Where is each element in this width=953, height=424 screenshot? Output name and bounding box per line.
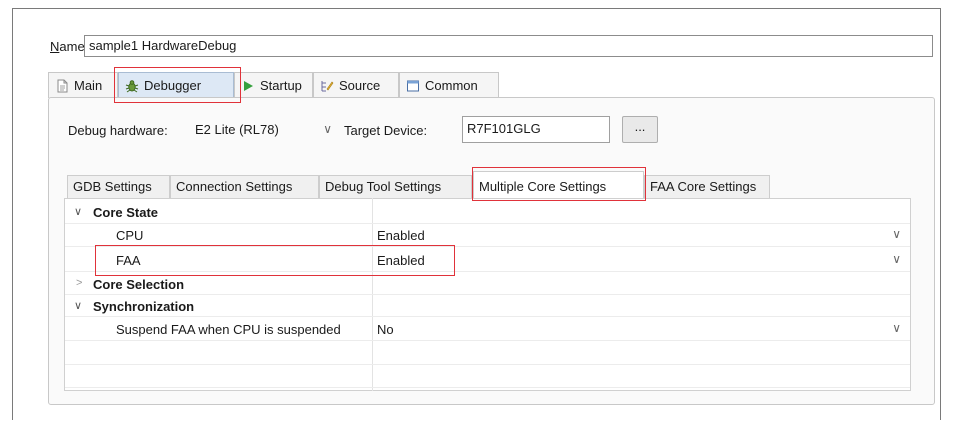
document-icon [57, 79, 68, 92]
tab-faa-core-settings[interactable]: FAA Core Settings [644, 175, 770, 198]
tab-startup[interactable]: Startup [234, 72, 313, 98]
group-label: Core Selection [93, 277, 185, 292]
chevron-down-icon[interactable]: ∨ [892, 321, 901, 335]
tab-common[interactable]: Common [399, 72, 499, 98]
chevron-down-icon[interactable]: ∨ [892, 227, 901, 241]
tab-debugger-label: Debugger [144, 78, 202, 93]
tab-debug-tool-settings[interactable]: Debug Tool Settings [319, 175, 472, 198]
name-input[interactable]: sample1 HardwareDebug [84, 35, 933, 57]
collapse-caret-icon[interactable]: > [76, 277, 82, 289]
expand-caret-icon[interactable]: ∨ [74, 205, 82, 218]
tab-common-label: Common [425, 78, 478, 93]
property-value[interactable]: Enabled [377, 228, 425, 244]
property-value[interactable]: Enabled [377, 253, 425, 269]
tab-connection-settings[interactable]: Connection Settings [170, 175, 319, 198]
browse-target-button[interactable]: ... [622, 116, 658, 143]
property-row-cpu[interactable]: CPU Enabled ∨ [65, 225, 910, 247]
tab-multiple-core-settings[interactable]: Multiple Core Settings [473, 171, 644, 198]
expand-caret-icon[interactable]: ∨ [74, 299, 82, 312]
tab-gdb-settings[interactable]: GDB Settings [67, 175, 170, 198]
property-value[interactable]: No [377, 322, 394, 338]
tree-group-core-selection[interactable]: > Core Selection [65, 275, 910, 295]
name-label: Name: [50, 39, 88, 55]
group-label: Core State [93, 205, 159, 220]
empty-row [65, 366, 910, 388]
empty-row [65, 343, 910, 365]
chevron-down-icon: ∨ [323, 122, 332, 136]
property-row-suspend-faa[interactable]: Suspend FAA when CPU is suspended No ∨ [65, 319, 910, 341]
source-icon [321, 80, 334, 91]
target-device-label: Target Device: [344, 123, 428, 138]
debug-hardware-label: Debug hardware: [68, 123, 168, 138]
tab-source[interactable]: Source [313, 72, 399, 98]
tab-source-label: Source [339, 78, 381, 93]
property-name: CPU [116, 228, 144, 243]
tab-debugger[interactable]: Debugger [118, 72, 234, 98]
group-label: Synchronization [93, 299, 195, 314]
name-label-mnemonic: N [50, 39, 60, 54]
property-name: FAA [116, 253, 141, 268]
tab-main-label: Main [74, 78, 103, 93]
target-device-input[interactable]: R7F101GLG [462, 116, 610, 143]
bug-icon [125, 79, 139, 92]
property-name: Suspend FAA when CPU is suspended [116, 322, 341, 337]
window-icon [407, 80, 419, 91]
debug-hardware-value: E2 Lite (RL78) [195, 121, 279, 137]
chevron-down-icon[interactable]: ∨ [892, 252, 901, 266]
debug-hardware-select[interactable]: E2 Lite (RL78) ∨ [191, 116, 339, 142]
tree-group-core-state[interactable]: ∨ Core State [65, 202, 910, 224]
tree-group-synchronization[interactable]: ∨ Synchronization [65, 296, 910, 317]
tab-startup-label: Startup [260, 78, 302, 93]
tab-main[interactable]: Main [48, 72, 118, 98]
property-row-faa[interactable]: FAA Enabled ∨ [65, 250, 910, 272]
play-icon [244, 80, 253, 91]
